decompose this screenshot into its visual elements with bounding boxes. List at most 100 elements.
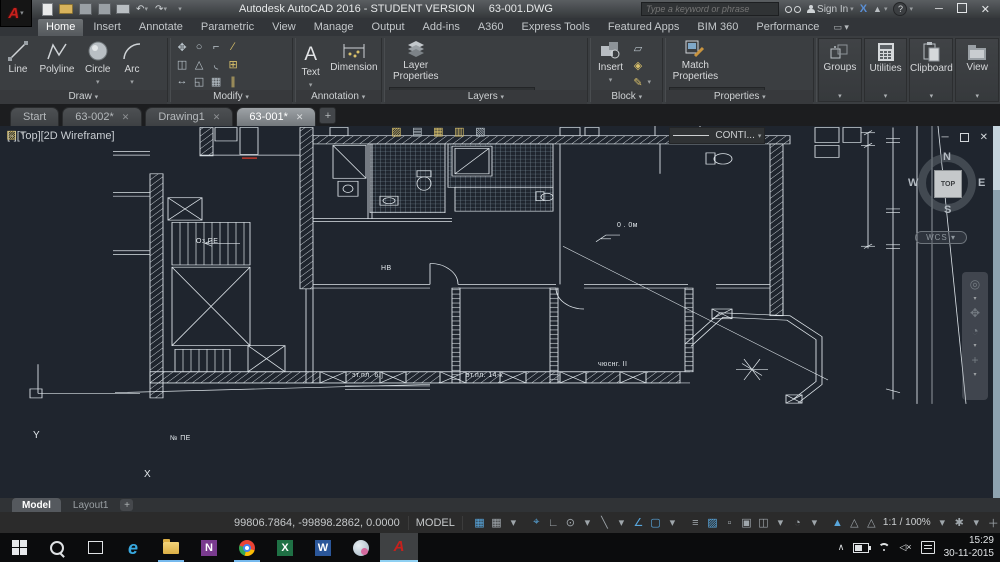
- stretch-tool-icon[interactable]: ↔: [175, 74, 190, 88]
- properties-panel-title[interactable]: Properties ▾: [666, 90, 813, 104]
- erase-tool-icon[interactable]: ∕: [226, 40, 241, 54]
- save-button[interactable]: [78, 3, 92, 16]
- minimize-button[interactable]: ─: [935, 3, 943, 16]
- file-tab-start[interactable]: Start: [10, 107, 59, 126]
- edge-app-button[interactable]: e: [114, 533, 152, 562]
- object-snap-tracking-toggle[interactable]: ∠: [630, 515, 647, 531]
- undo-button[interactable]: ↶▾: [135, 3, 149, 16]
- insert-button[interactable]: Insert▾: [595, 38, 626, 88]
- offset-tool-icon[interactable]: ∥: [226, 74, 241, 88]
- hidden-icons-chevron[interactable]: ∧: [838, 542, 845, 553]
- file-tab-63-001-[interactable]: 63-001*✕: [236, 107, 316, 126]
- model-space-badge[interactable]: MODEL: [408, 516, 463, 530]
- explode-tool-icon[interactable]: ⊞: [226, 57, 241, 71]
- task-view-button[interactable]: [76, 533, 114, 562]
- fillet-tool-icon[interactable]: ◟: [209, 57, 224, 71]
- menu-tab-parametric[interactable]: Parametric: [193, 19, 262, 36]
- chevron-down-icon[interactable]: ▾: [968, 515, 985, 531]
- file-tab-63-002-[interactable]: 63-002*✕: [62, 107, 142, 126]
- polar-tracking-toggle[interactable]: ⊙: [562, 515, 579, 531]
- mirror-tool-icon[interactable]: △: [192, 57, 207, 71]
- menu-tab-add-ins[interactable]: Add-ins: [415, 19, 468, 36]
- 3d-osnap-toggle[interactable]: ▣: [738, 515, 755, 531]
- polyline-button[interactable]: Polyline: [36, 38, 77, 77]
- viewcube-east[interactable]: E: [978, 177, 985, 189]
- search-icon[interactable]: [785, 6, 801, 13]
- taskbar-search-button[interactable]: [38, 533, 76, 562]
- layers-panel-title[interactable]: Layers ▾: [385, 90, 587, 104]
- isometric-drafting-toggle[interactable]: ╲: [596, 515, 613, 531]
- close-button[interactable]: ✕: [981, 3, 990, 16]
- volume-muted-icon[interactable]: ◁×: [899, 542, 911, 553]
- lineweight-toggle[interactable]: ≡: [687, 515, 704, 531]
- viewcube-north[interactable]: N: [943, 151, 951, 163]
- circle-button[interactable]: Circle▾: [82, 38, 114, 90]
- save-as-button[interactable]: [97, 3, 111, 16]
- match-properties-button[interactable]: Match Properties: [669, 38, 721, 84]
- exchange-apps-icon[interactable]: X: [860, 3, 867, 15]
- new-layout-button[interactable]: +: [120, 499, 133, 511]
- dynamic-input-toggle[interactable]: ⌖: [528, 515, 545, 531]
- close-tab-icon[interactable]: ✕: [122, 112, 130, 123]
- layout-tab-layout1[interactable]: Layout1: [63, 498, 119, 512]
- menu-tab-featured-apps[interactable]: Featured Apps: [600, 19, 688, 36]
- ribbon-panel-clipboard[interactable]: Clipboard ▾: [909, 38, 953, 102]
- scrollbar-thumb[interactable]: [993, 126, 1000, 190]
- layer-merge-icon[interactable]: ▥: [452, 124, 467, 138]
- annotation-monitor-icon[interactable]: ＋: [985, 515, 1000, 531]
- line-button[interactable]: Line: [4, 38, 32, 77]
- layer-unisolate-icon[interactable]: ▨: [389, 124, 404, 138]
- navigation-wheel-icon[interactable]: ◎: [970, 277, 980, 291]
- snap-mode-toggle[interactable]: ▦: [488, 515, 505, 531]
- file-tab-drawing1[interactable]: Drawing1✕: [145, 107, 233, 126]
- taskbar-clock[interactable]: 15:29 30-11-2015: [944, 535, 994, 560]
- chevron-down-icon[interactable]: ▾: [579, 515, 596, 531]
- block-edit-icon[interactable]: ▱: [630, 41, 645, 55]
- chevron-down-icon[interactable]: ▾: [505, 515, 522, 531]
- chevron-down-icon[interactable]: ▾: [613, 515, 630, 531]
- pan-icon[interactable]: ✥: [970, 306, 980, 320]
- chevron-down-icon[interactable]: ▾: [934, 515, 951, 531]
- draw-panel-title[interactable]: Draw ▾: [0, 90, 167, 104]
- viewcube-top-face[interactable]: TOP: [934, 170, 962, 198]
- layer-delete-icon[interactable]: ▧: [473, 124, 488, 138]
- ribbon-panel-utilities[interactable]: Utilities ▾: [864, 38, 908, 102]
- drawing-canvas[interactable]: Оз ПЕНВ0 . 0мэт.пл. 6 ]эт.пл. 14-кчюснг.…: [0, 126, 1000, 498]
- object-snap-toggle[interactable]: ▢: [647, 515, 664, 531]
- layer-properties-button[interactable]: Layer Properties: [389, 38, 443, 84]
- grid-display-toggle[interactable]: ▦: [471, 515, 488, 531]
- search-input[interactable]: [641, 2, 779, 16]
- chevron-down-icon[interactable]: ▾: [664, 515, 681, 531]
- autocad-app-button[interactable]: A: [380, 533, 418, 562]
- a360-icon[interactable]: ▲▾: [873, 4, 887, 14]
- dimension-button[interactable]: Dimension: [327, 38, 380, 75]
- block-panel-title[interactable]: Block ▾: [591, 90, 662, 104]
- doc-minimize-button[interactable]: ─: [942, 132, 949, 143]
- annotation-visibility-toggle[interactable]: ◔: [789, 515, 806, 531]
- selection-cycling-toggle[interactable]: ▫: [721, 515, 738, 531]
- wcs-dropdown[interactable]: WCS ▾: [915, 231, 967, 244]
- menu-tab-home[interactable]: Home: [38, 19, 83, 36]
- open-button[interactable]: [59, 3, 73, 16]
- menu-tab-a360[interactable]: A360: [470, 19, 512, 36]
- autoscale-toggle[interactable]: ▲: [829, 515, 846, 531]
- onenote-app-button[interactable]: N: [190, 533, 228, 562]
- sign-in-button[interactable]: Sign In ▾: [807, 4, 854, 15]
- annotation-scale-icon[interactable]: △: [846, 515, 863, 531]
- annotation-panel-title[interactable]: Annotation ▾: [296, 90, 381, 104]
- layout-tab-model[interactable]: Model: [12, 498, 61, 512]
- menu-tab-performance[interactable]: Performance: [748, 19, 827, 36]
- doc-close-button[interactable]: ✕: [980, 132, 988, 143]
- action-center-icon[interactable]: [921, 541, 935, 554]
- restore-button[interactable]: [957, 3, 967, 13]
- chevron-down-icon[interactable]: ▾: [973, 371, 976, 378]
- menu-tab-manage[interactable]: Manage: [306, 19, 362, 36]
- workspace-scale-icon[interactable]: △: [863, 515, 880, 531]
- zoom-icon[interactable]: ◔: [971, 324, 978, 338]
- modify-panel-title[interactable]: Modify ▾: [171, 90, 292, 104]
- copy-tool-icon[interactable]: ◫: [175, 57, 190, 71]
- chrome-app-button[interactable]: [228, 533, 266, 562]
- chevron-down-icon[interactable]: ▾: [772, 515, 789, 531]
- block-create-icon[interactable]: ◈: [630, 58, 645, 72]
- menu-tab-express-tools[interactable]: Express Tools: [514, 19, 598, 36]
